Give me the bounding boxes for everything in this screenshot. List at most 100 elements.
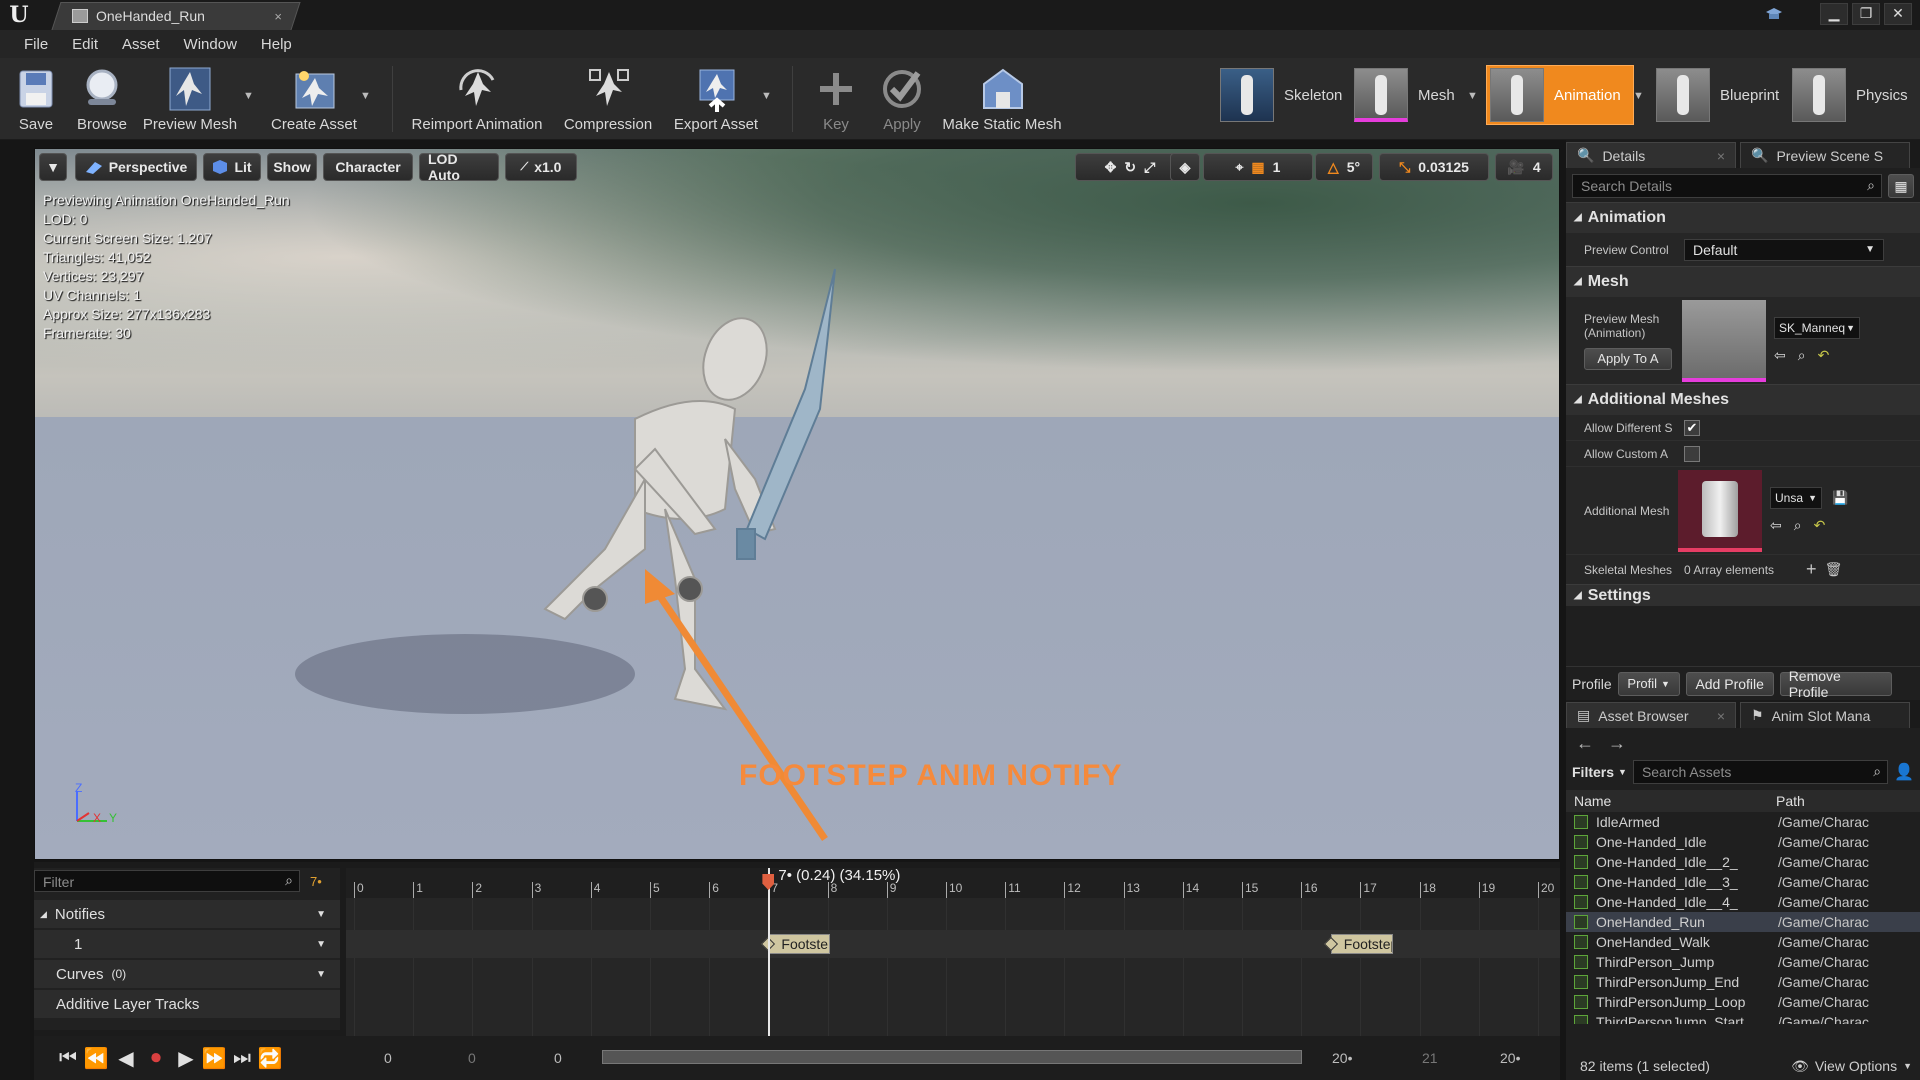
category-mesh[interactable]: ◢ Mesh bbox=[1566, 266, 1920, 296]
maximize-button[interactable]: ❐ bbox=[1852, 3, 1880, 25]
menu-file[interactable]: File bbox=[12, 36, 60, 53]
asset-row[interactable]: ThirdPerson_Jump/Game/Charac bbox=[1566, 952, 1920, 972]
tab-asset-browser[interactable]: ▤ Asset Browser × bbox=[1566, 702, 1736, 728]
asset-row[interactable]: One-Handed_Idle__4_ /Game/Charac bbox=[1566, 892, 1920, 912]
filters-button[interactable]: Filters ▼ bbox=[1572, 764, 1627, 780]
tab-details[interactable]: 🔍 Details × bbox=[1566, 142, 1736, 168]
add-element-icon[interactable]: + bbox=[1806, 559, 1817, 580]
allow-different-checkbox[interactable]: ✔ bbox=[1684, 419, 1700, 436]
column-name[interactable]: Name bbox=[1566, 793, 1776, 809]
close-button[interactable]: ✕ bbox=[1884, 3, 1912, 25]
additional-mesh-thumbnail[interactable] bbox=[1678, 469, 1762, 552]
reimport-animation-button[interactable]: Reimport Animation bbox=[406, 58, 548, 140]
view-options-grid-button[interactable]: ▦ bbox=[1888, 174, 1914, 198]
additive-layer-track[interactable]: Additive Layer Tracks bbox=[34, 990, 340, 1018]
mode-blueprint[interactable]: Blueprint bbox=[1656, 65, 1789, 125]
key-button[interactable]: Key bbox=[806, 58, 866, 140]
mode-physics[interactable]: Physics bbox=[1792, 65, 1918, 125]
asset-row[interactable]: ThirdPersonJump_Loop/Game/Charac bbox=[1566, 992, 1920, 1012]
minimize-button[interactable]: ▁ bbox=[1820, 3, 1848, 25]
play-icon[interactable]: ▶ bbox=[172, 1044, 200, 1072]
play-reverse-icon[interactable]: ◀ bbox=[112, 1044, 140, 1072]
view-options-button[interactable]: 👁 View Options ▼ bbox=[1791, 1058, 1912, 1075]
preview-mesh-dropdown-icon[interactable]: ▼ bbox=[243, 90, 254, 102]
apply-button[interactable]: Apply bbox=[872, 58, 932, 140]
create-asset-dropdown-icon[interactable]: ▼ bbox=[360, 90, 371, 102]
asset-row[interactable]: One-Handed_Idle__3_ /Game/Charac bbox=[1566, 872, 1920, 892]
forward-arrow-icon[interactable]: → bbox=[1608, 733, 1626, 754]
record-icon[interactable]: ⏺ bbox=[142, 1044, 170, 1072]
preview-mesh-combo[interactable]: SK_Manneq ▼ bbox=[1774, 317, 1860, 339]
notify-track-1[interactable]: 1 ▼ bbox=[34, 930, 340, 958]
asset-search-input[interactable]: Search Assets ⌕ bbox=[1632, 760, 1889, 784]
use-selected-icon[interactable]: ⇦ bbox=[1774, 347, 1786, 364]
close-tab-icon[interactable]: × bbox=[1717, 148, 1725, 164]
preview-viewport[interactable]: ▼ Perspective Lit Show Character LOD Aut… bbox=[34, 148, 1560, 860]
chevron-down-icon[interactable]: ▼ bbox=[316, 909, 326, 920]
notifies-track[interactable]: ◢ Notifies ▼ bbox=[34, 900, 340, 928]
tab-anim-slot-manager[interactable]: ⚑ Anim Slot Mana bbox=[1740, 702, 1910, 728]
curves-track[interactable]: Curves (0) ▼ bbox=[34, 960, 340, 988]
close-tab-icon[interactable]: × bbox=[274, 9, 282, 24]
compression-button[interactable]: Compression bbox=[560, 58, 656, 140]
preview-controller-combo[interactable]: Default ▼ bbox=[1684, 238, 1884, 261]
timeline-range-slider[interactable] bbox=[602, 1050, 1302, 1064]
allow-custom-checkbox[interactable] bbox=[1684, 445, 1700, 462]
loop-icon[interactable]: 🔁 bbox=[256, 1044, 284, 1072]
save-mesh-icon[interactable]: 💾 bbox=[1832, 490, 1848, 506]
track-filter-input[interactable]: Filter ⌕ bbox=[34, 870, 300, 892]
menu-edit[interactable]: Edit bbox=[60, 36, 110, 53]
asset-row[interactable]: ThirdPersonJump_Start/Game/Charac bbox=[1566, 1012, 1920, 1024]
step-back-icon[interactable]: ⏪ bbox=[82, 1044, 110, 1072]
column-path[interactable]: Path bbox=[1776, 793, 1805, 809]
menu-help[interactable]: Help bbox=[249, 36, 304, 53]
close-tab-icon[interactable]: × bbox=[1717, 708, 1725, 724]
preview-mesh-button[interactable]: Preview Mesh bbox=[142, 58, 238, 140]
delete-elements-icon[interactable]: 🗑 bbox=[1825, 561, 1843, 578]
category-settings[interactable]: ◢ Settings bbox=[1566, 584, 1920, 606]
learn-icon[interactable] bbox=[1765, 6, 1783, 22]
reset-to-default-icon[interactable]: ↶ bbox=[1818, 347, 1830, 364]
mode-skeleton[interactable]: Skeleton bbox=[1220, 65, 1352, 125]
profile-combo[interactable]: Profil ▼ bbox=[1617, 671, 1680, 696]
menu-window[interactable]: Window bbox=[172, 36, 249, 53]
mode-animation[interactable]: Animation bbox=[1486, 65, 1634, 125]
jump-to-end-icon[interactable]: ⏭ bbox=[228, 1044, 256, 1072]
asset-row[interactable]: OneHanded_Run/Game/Charac bbox=[1566, 912, 1920, 932]
asset-row[interactable]: One-Handed_Idle__2_ /Game/Charac bbox=[1566, 852, 1920, 872]
make-static-mesh-button[interactable]: Make Static Mesh bbox=[938, 58, 1066, 140]
category-additional-meshes[interactable]: ◢ Additional Meshes bbox=[1566, 384, 1920, 414]
document-tab[interactable]: OneHanded_Run × bbox=[64, 2, 292, 30]
asset-row[interactable]: One-Handed_Idle/Game/Charac bbox=[1566, 832, 1920, 852]
reset-to-default-icon[interactable]: ↶ bbox=[1814, 517, 1826, 534]
create-asset-button[interactable]: Create Asset bbox=[266, 58, 362, 140]
timeline-ruler[interactable]: 0 1 2 3 4 5 6 7 8 9 10 11 12 13 14 15 16 17 18 19 20 bbox=[346, 868, 1560, 898]
add-profile-button[interactable]: Add Profile bbox=[1685, 671, 1774, 696]
step-forward-icon[interactable]: ⏩ bbox=[200, 1044, 228, 1072]
export-asset-button[interactable]: Export Asset bbox=[668, 58, 764, 140]
save-button[interactable]: Save bbox=[10, 58, 62, 140]
asset-row[interactable]: OneHanded_Walk/Game/Charac bbox=[1566, 932, 1920, 952]
preview-mesh-thumbnail[interactable] bbox=[1682, 299, 1766, 382]
menu-asset[interactable]: Asset bbox=[110, 36, 172, 53]
browse-to-asset-icon[interactable]: ⌕ bbox=[1794, 517, 1802, 534]
chevron-down-icon[interactable]: ▼ bbox=[316, 939, 326, 950]
asset-list[interactable]: IdleArmed/Game/Charac One-Handed_Idle/Gam… bbox=[1566, 812, 1920, 1024]
animation-mode-dropdown-icon[interactable]: ▼ bbox=[1633, 90, 1644, 102]
tab-preview-scene[interactable]: 🔍 Preview Scene S bbox=[1740, 142, 1910, 168]
browse-to-asset-icon[interactable]: ⌕ bbox=[1798, 347, 1806, 364]
export-asset-dropdown-icon[interactable]: ▼ bbox=[761, 90, 772, 102]
asset-row[interactable]: ThirdPersonJump_End/Game/Charac bbox=[1566, 972, 1920, 992]
details-search-input[interactable]: Search Details ⌕ bbox=[1572, 174, 1882, 198]
browse-button[interactable]: Browse bbox=[72, 58, 132, 140]
remove-profile-button[interactable]: Remove Profile bbox=[1779, 668, 1892, 700]
category-animation[interactable]: ◢ Animation bbox=[1566, 202, 1920, 232]
back-arrow-icon[interactable]: ← bbox=[1576, 733, 1594, 754]
chevron-down-icon[interactable]: ▼ bbox=[316, 969, 326, 980]
mesh-mode-dropdown-icon[interactable]: ▼ bbox=[1467, 90, 1478, 102]
user-icon[interactable]: 👤 bbox=[1894, 762, 1914, 782]
asset-row[interactable]: IdleArmed/Game/Charac bbox=[1566, 812, 1920, 832]
jump-to-start-icon[interactable]: ⏮ bbox=[54, 1044, 82, 1072]
additional-mesh-combo[interactable]: Unsa ▼ bbox=[1770, 487, 1822, 509]
apply-to-asset-button[interactable]: Apply To A bbox=[1584, 347, 1672, 370]
